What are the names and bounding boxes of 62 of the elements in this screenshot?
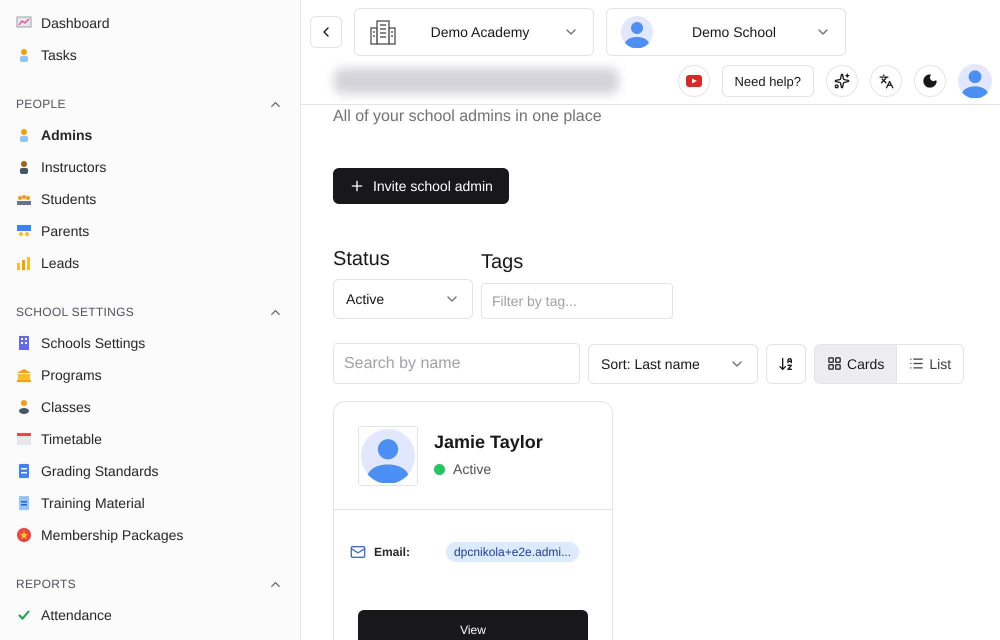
view-button[interactable]: View — [358, 610, 588, 640]
sidebar-item[interactable]: Attendance — [16, 599, 284, 631]
sidebar-item[interactable]: Students — [16, 183, 284, 215]
section-heading: REPORTS — [16, 577, 76, 591]
video-button[interactable] — [678, 65, 710, 97]
sidebar-item[interactable]: Dashboard — [16, 7, 284, 39]
sidebar-item[interactable]: Grading Standards — [16, 455, 284, 487]
help-button[interactable]: Need help? — [722, 65, 814, 97]
user-avatar-icon — [621, 16, 653, 48]
sidebar-item[interactable]: Programs — [16, 359, 284, 391]
tag-filter-field[interactable]: Filter by tag... — [481, 283, 673, 319]
list-icon — [909, 356, 924, 371]
admin-name: Jamie Taylor — [434, 432, 543, 453]
calendar-icon — [16, 431, 32, 447]
bank-icon — [16, 367, 32, 383]
filter-label: Tags — [481, 251, 524, 274]
translate-button[interactable] — [870, 65, 902, 97]
moon-icon — [922, 73, 938, 89]
video-play-icon — [686, 75, 702, 87]
search-field[interactable]: Search by name — [333, 343, 580, 384]
sort-select[interactable]: Sort: Last name — [588, 344, 758, 384]
plus-icon — [349, 178, 365, 194]
sidebar-item[interactable]: Admins — [16, 119, 284, 151]
book-icon — [16, 463, 32, 479]
sidebar-item[interactable]: Instructors — [16, 151, 284, 183]
page-subtitle: All of your school admins in one place — [333, 108, 602, 126]
sidebar-item[interactable]: Classes — [16, 391, 284, 423]
sort-icon — [778, 356, 794, 372]
section-heading: PEOPLE — [16, 97, 66, 111]
view-toggle[interactable]: Cards — [815, 344, 896, 382]
academy-select[interactable]: Demo Academy — [354, 8, 594, 56]
sidebar-item[interactable]: Tasks — [16, 39, 284, 71]
document-icon — [16, 495, 32, 511]
building-icon — [369, 19, 397, 45]
sort-direction-button[interactable] — [766, 344, 806, 384]
email-link[interactable]: dpcnikola+e2e.admi... — [446, 542, 580, 562]
teacher-icon — [16, 399, 32, 415]
sparkle-icon — [834, 73, 850, 89]
mail-icon — [350, 544, 366, 560]
board-icon — [16, 223, 32, 239]
user-avatar-icon — [958, 64, 992, 98]
sidebar-item[interactable]: Membership Packages — [16, 519, 284, 551]
sidebar-item[interactable]: Leads — [16, 247, 284, 279]
filter-label: Status — [333, 248, 391, 271]
sidebar-item[interactable]: Parents — [16, 215, 284, 247]
building-icon — [16, 335, 32, 351]
sidebar-item[interactable]: Training Material — [16, 487, 284, 519]
school-select[interactable]: Demo School — [606, 8, 846, 56]
bar-chart-icon — [16, 255, 32, 271]
section-heading: SCHOOL SETTINGS — [16, 305, 134, 319]
grid-icon — [827, 356, 842, 371]
sidebar-item[interactable]: Schools Settings — [16, 327, 284, 359]
translate-icon — [878, 74, 894, 88]
dark-mode-button[interactable] — [914, 65, 946, 97]
invite-button[interactable]: Invite school admin — [333, 168, 509, 204]
status-select[interactable]: Active — [333, 279, 473, 319]
status-text: Active — [453, 461, 492, 477]
star-badge-icon — [16, 527, 32, 543]
email-label: Email: — [374, 545, 412, 559]
sidebar-item[interactable]: Timetable — [16, 423, 284, 455]
view-toggle[interactable]: List — [896, 344, 964, 382]
sparkle-button[interactable] — [826, 65, 858, 97]
